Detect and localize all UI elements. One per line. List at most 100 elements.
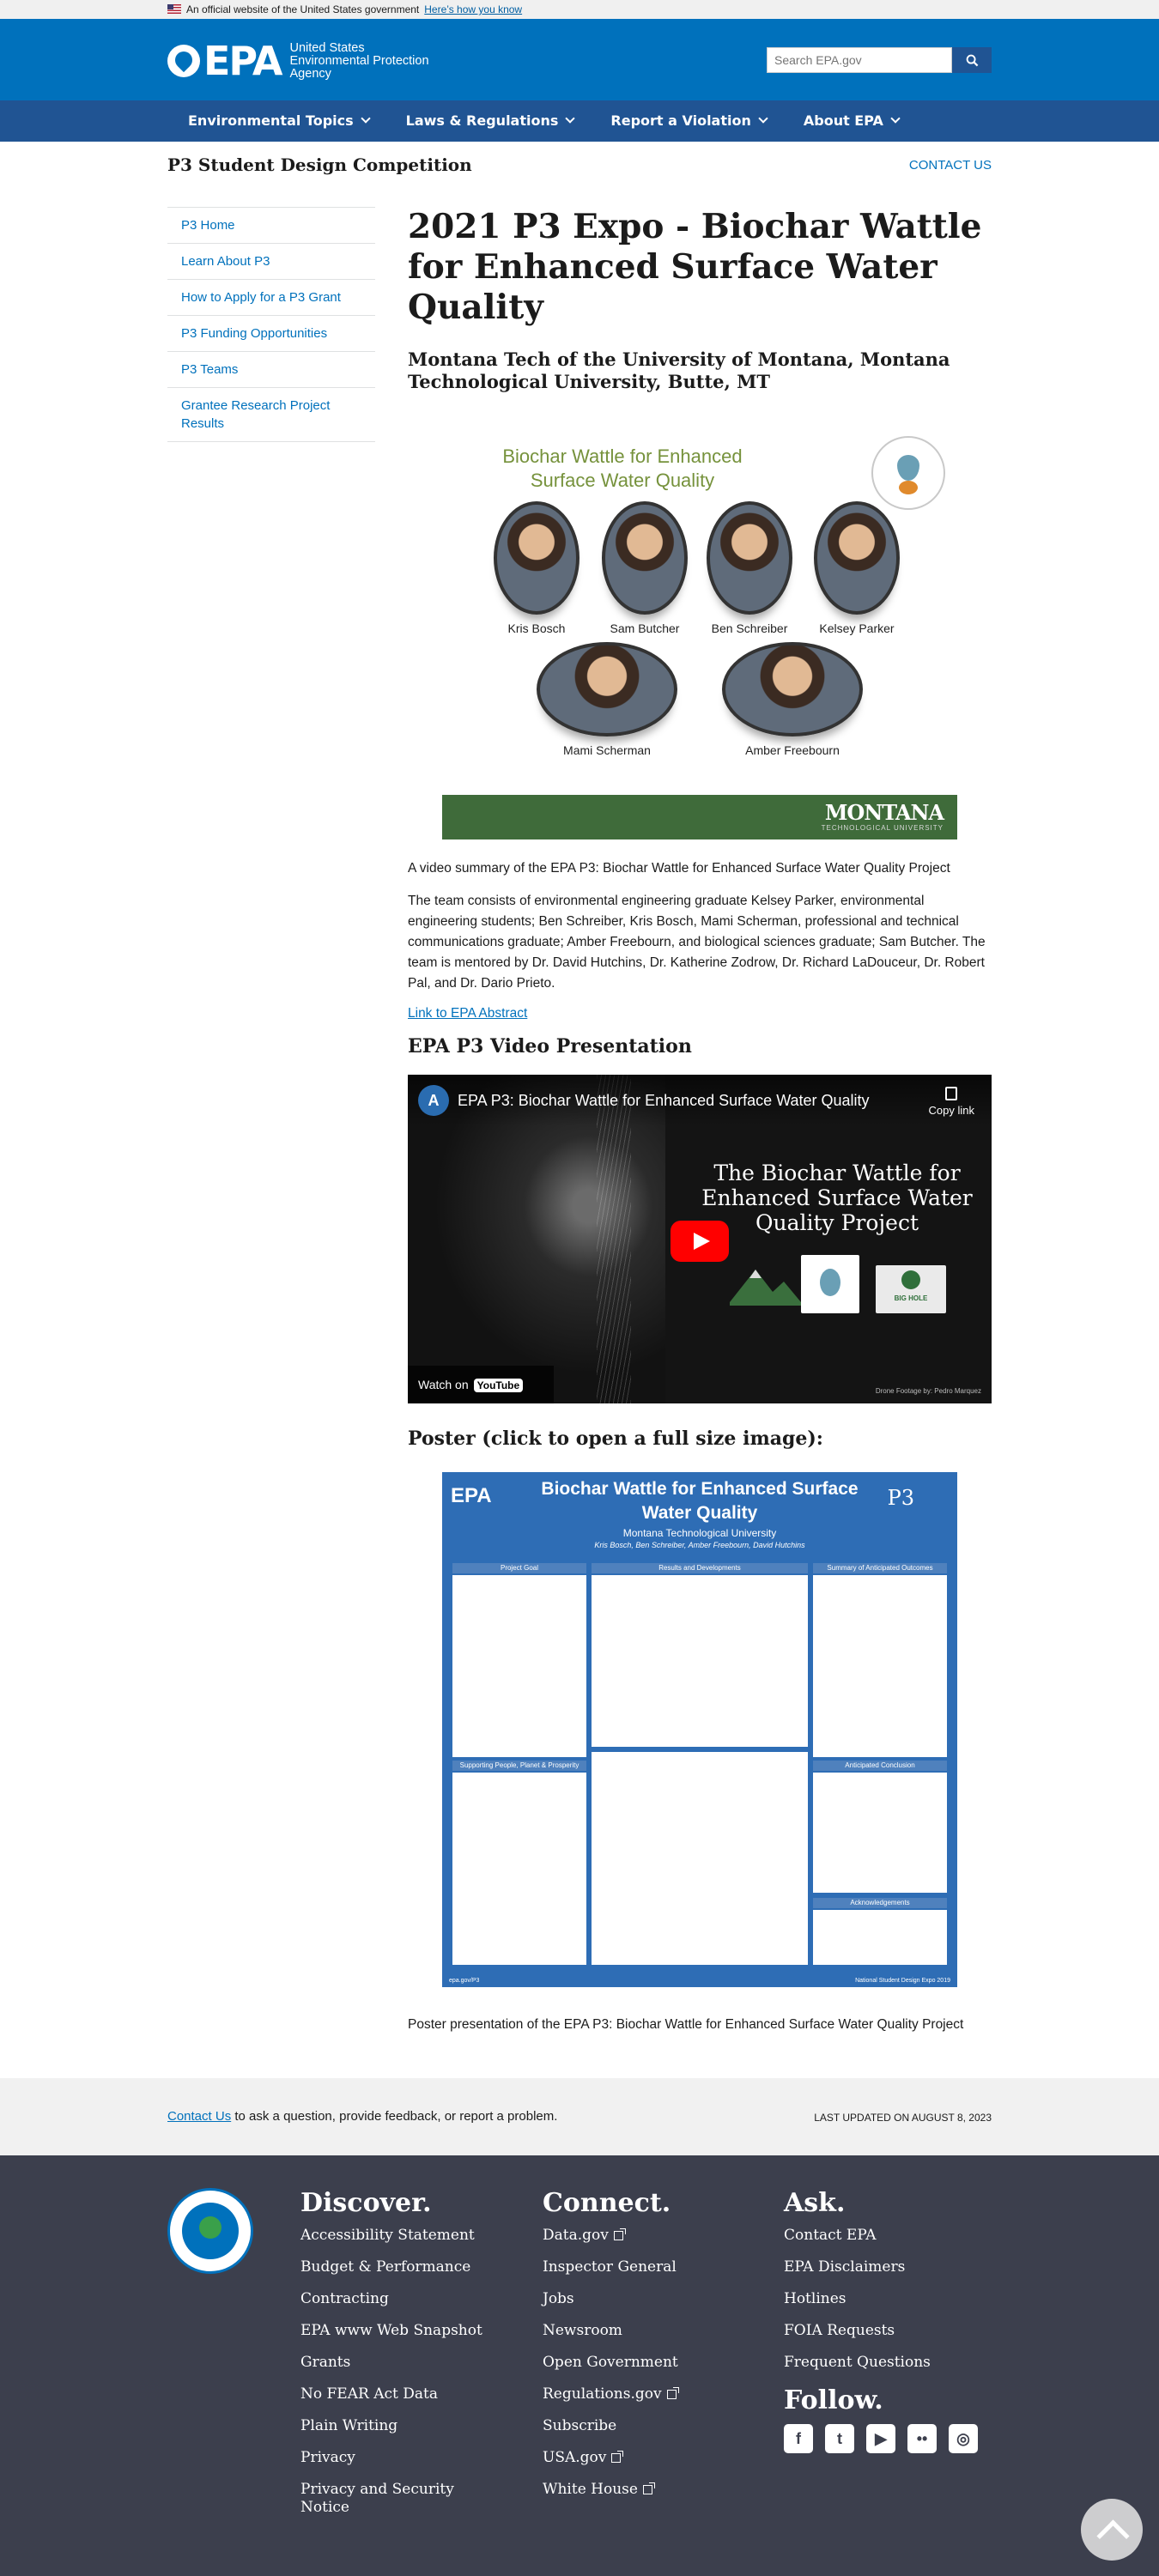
nav-environmental-topics[interactable]: Environmental Topics bbox=[188, 100, 371, 142]
footer-link[interactable]: Frequent Questions bbox=[784, 2354, 998, 2372]
poster-image[interactable]: EPA Biochar Wattle for Enhanced Surface … bbox=[442, 1472, 957, 1987]
footer-link[interactable]: Contact EPA bbox=[784, 2227, 998, 2245]
external-link-icon bbox=[666, 2387, 679, 2399]
poster-footer-left: epa.gov/P3 bbox=[449, 1978, 480, 1984]
poster-panel bbox=[813, 1575, 947, 1757]
footer-link[interactable]: Budget & Performance bbox=[300, 2258, 515, 2276]
page-title: 2021 P3 Expo - Biochar Wattle for Enhanc… bbox=[408, 207, 982, 327]
poster-col-head: Anticipated Conclusion bbox=[813, 1761, 947, 1771]
poster-epa-logo: EPA bbox=[451, 1484, 492, 1507]
big-hole-logo: BIG HOLE bbox=[876, 1265, 946, 1313]
footer-link[interactable]: EPA www Web Snapshot bbox=[300, 2322, 515, 2340]
watch-on-youtube-button[interactable]: Watch on YouTube bbox=[408, 1366, 554, 1403]
poster-caption: Poster presentation of the EPA P3: Bioch… bbox=[408, 2017, 964, 2032]
footer-link[interactable]: Subscribe bbox=[543, 2417, 757, 2435]
footer-link[interactable]: Jobs bbox=[543, 2290, 757, 2308]
main-nav: Environmental Topics Laws & Regulations … bbox=[0, 100, 1159, 142]
poster-panel bbox=[592, 1752, 808, 1965]
footer-link[interactable]: Accessibility Statement bbox=[300, 2227, 515, 2245]
youtube-logo-icon: YouTube bbox=[473, 1379, 524, 1392]
sidebar-item-p3-teams[interactable]: P3 Teams bbox=[167, 351, 375, 387]
poster-col-head: Project Goal bbox=[452, 1563, 586, 1573]
footer-ask-title: Ask. bbox=[784, 2188, 846, 2218]
play-button-icon[interactable] bbox=[671, 1221, 729, 1262]
footer-link-label: Regulations.gov bbox=[543, 2385, 662, 2403]
youtube-video-player[interactable]: A EPA P3: Biochar Wattle for Enhanced Su… bbox=[408, 1075, 992, 1403]
footer-link[interactable]: Plain Writing bbox=[300, 2417, 515, 2435]
footer-link[interactable]: Privacy and Security Notice bbox=[300, 2481, 472, 2517]
nav-laws-regulations[interactable]: Laws & Regulations bbox=[406, 100, 576, 142]
copy-link-button[interactable]: Copy link bbox=[929, 1087, 974, 1117]
youtube-icon[interactable]: ▶ bbox=[866, 2424, 895, 2453]
copy-icon bbox=[945, 1087, 958, 1100]
epa-logo[interactable]: EPA United States Environmental Protecti… bbox=[167, 38, 429, 84]
footer-link-external[interactable]: USA.gov bbox=[543, 2449, 757, 2467]
instagram-icon[interactable]: ◎ bbox=[949, 2424, 978, 2453]
footer-link[interactable]: EPA Disclaimers bbox=[784, 2258, 998, 2276]
nav-label: Environmental Topics bbox=[188, 112, 354, 129]
member-name: Mami Scherman bbox=[563, 743, 651, 757]
contact-us-footer-link[interactable]: Contact Us bbox=[167, 2109, 231, 2124]
twitter-icon[interactable]: t bbox=[825, 2424, 854, 2453]
external-link-icon bbox=[611, 2451, 624, 2463]
agency-line-2: Environmental Protection bbox=[289, 53, 429, 68]
footer-link-external[interactable]: Regulations.gov bbox=[543, 2385, 757, 2403]
nav-about-epa[interactable]: About EPA bbox=[804, 100, 901, 142]
footer-link[interactable]: Inspector General bbox=[543, 2258, 757, 2276]
sidebar-item-learn-about-p3[interactable]: Learn About P3 bbox=[167, 243, 375, 279]
team-photo-image: Biochar Wattle for Enhanced Surface Wate… bbox=[442, 436, 957, 839]
heres-how-you-know-link[interactable]: Here’s how you know bbox=[424, 3, 522, 15]
search-icon bbox=[966, 54, 978, 66]
poster-title: Biochar Wattle for Enhanced Surface Wate… bbox=[541, 1479, 859, 1523]
sidebar-item-funding-opportunities[interactable]: P3 Funding Opportunities bbox=[167, 315, 375, 351]
poster-col-head: Supporting People, Planet & Prosperity bbox=[452, 1761, 586, 1771]
section-title: P3 Student Design Competition bbox=[167, 155, 472, 175]
gov-banner: An official website of the United States… bbox=[0, 0, 1159, 19]
search-input[interactable] bbox=[767, 47, 952, 73]
sidebar-item-grantee-results[interactable]: Grantee Research Project Results bbox=[167, 387, 375, 442]
watch-on-label: Watch on bbox=[418, 1378, 469, 1391]
footer-link[interactable]: Hotlines bbox=[784, 2290, 998, 2308]
poster-institution: Montana Technological University bbox=[622, 1527, 777, 1539]
nav-label: Report a Violation bbox=[610, 112, 751, 129]
channel-avatar[interactable]: A bbox=[418, 1085, 449, 1116]
flickr-icon[interactable]: •• bbox=[907, 2424, 937, 2453]
footer-link-label: USA.gov bbox=[543, 2449, 607, 2466]
footer-link-external[interactable]: White House bbox=[543, 2481, 757, 2499]
footer-link[interactable]: Newsroom bbox=[543, 2322, 757, 2340]
sidebar-item-p3-home[interactable]: P3 Home bbox=[167, 207, 375, 243]
footer-link[interactable]: Contracting bbox=[300, 2290, 515, 2308]
footer-link-label: White House bbox=[543, 2481, 638, 2498]
montana-tech-band: MONTANA TECHNOLOGICAL UNIVERSITY bbox=[442, 795, 957, 839]
contact-text: Contact Us to ask a question, provide fe… bbox=[167, 2109, 557, 2124]
member-photo: Ben Schreiber bbox=[707, 501, 792, 635]
chevron-down-icon bbox=[758, 113, 768, 124]
footer-link-external[interactable]: Data.gov bbox=[543, 2227, 757, 2245]
poster-p3-logo: P3 bbox=[887, 1486, 914, 1510]
video-summary-text: A video summary of the EPA P3: Biochar W… bbox=[408, 861, 950, 876]
footer-link[interactable]: Grants bbox=[300, 2354, 515, 2372]
nav-report-violation[interactable]: Report a Violation bbox=[610, 100, 768, 142]
gov-banner-text: An official website of the United States… bbox=[186, 3, 420, 15]
footer-connect: Connect. Data.gov Inspector General Jobs… bbox=[543, 2188, 757, 2512]
poster-col-head: Summary of Anticipated Outcomes bbox=[813, 1563, 947, 1573]
site-header: EPA United States Environmental Protecti… bbox=[0, 19, 1159, 100]
footer-link[interactable]: Privacy bbox=[300, 2449, 515, 2467]
facebook-icon[interactable]: f bbox=[784, 2424, 813, 2453]
member-name: Amber Freebourn bbox=[745, 743, 840, 757]
footer-link[interactable]: No FEAR Act Data bbox=[300, 2385, 515, 2403]
back-to-top-button[interactable] bbox=[1081, 2499, 1143, 2561]
agency-line-3: Agency bbox=[289, 66, 331, 81]
footer-link[interactable]: FOIA Requests bbox=[784, 2322, 998, 2340]
footer-link[interactable]: Open Government bbox=[543, 2354, 757, 2372]
contact-us-link[interactable]: CONTACT US bbox=[909, 158, 992, 173]
poster-panel bbox=[592, 1575, 808, 1747]
epa-abstract-link[interactable]: Link to EPA Abstract bbox=[408, 1006, 527, 1021]
external-link-icon bbox=[613, 2228, 626, 2240]
chevron-down-icon bbox=[890, 113, 901, 124]
video-title[interactable]: EPA P3: Biochar Wattle for Enhanced Surf… bbox=[458, 1092, 870, 1110]
search-button[interactable] bbox=[952, 47, 992, 73]
poster-panel bbox=[813, 1910, 947, 1965]
sidebar-item-how-to-apply[interactable]: How to Apply for a P3 Grant bbox=[167, 279, 375, 315]
epa-flower-icon bbox=[167, 45, 200, 77]
